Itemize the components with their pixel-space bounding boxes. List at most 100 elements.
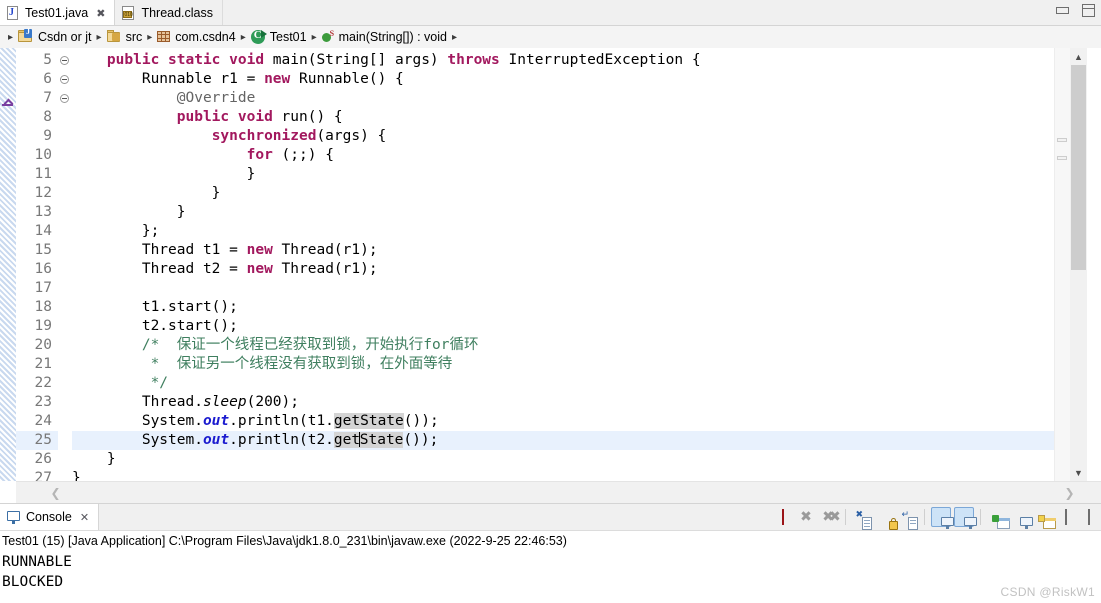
tab-console[interactable]: Console ✕ [0,504,100,530]
fold-collapse-icon[interactable] [60,56,69,65]
fold-collapse-icon[interactable] [60,94,69,103]
console-icon [7,510,21,524]
line-number: 22 [34,375,52,391]
line-number: 26 [34,451,52,467]
breadcrumb-item-com-csdn4[interactable]: com.csdn4 [157,30,236,44]
line-number: 18 [34,299,52,315]
open-console-button[interactable] [1033,507,1056,529]
editor-tab-bar: J Test01.java ✖ 010 Thread.class [0,0,1101,26]
breadcrumb-item-label: src [125,30,143,44]
code-line[interactable]: synchronized(args) { [72,127,1055,146]
code-line[interactable]: @Override [72,89,1055,108]
breadcrumb-item-src[interactable]: src [106,30,143,44]
show-console-on-output-button[interactable] [931,507,954,529]
code-line[interactable] [72,279,1055,298]
code-line[interactable]: Thread t1 = new Thread(r1); [72,241,1055,260]
code-line[interactable]: for (;;) { [72,146,1055,165]
editor-vertical-scrollbar[interactable]: ▲ ▼ [1070,48,1087,481]
fold-collapse-icon[interactable] [60,75,69,84]
line-number: 10 [34,147,52,163]
code-line[interactable]: System.out.println(t1.getState()); [72,412,1055,431]
editor-horizontal-scrollbar[interactable]: ❮ ❯ [16,481,1101,503]
console-tab-bar: Console ✕ ✖ ✖✖ ✖ ↵ [0,504,1101,531]
display-selected-console-button[interactable] [1010,507,1033,529]
override-marker-icon[interactable] [2,100,13,108]
line-number: 13 [34,204,52,220]
minimize-icon[interactable] [1056,7,1069,14]
breadcrumb-separator-icon: ▸ [8,31,14,43]
code-line[interactable]: } [72,184,1055,203]
console-launch-header-text: Test01 (15) [Java Application] C:\Progra… [2,534,567,548]
scroll-up-icon[interactable]: ▲ [1070,48,1087,65]
line-number: 12 [34,185,52,201]
pin-console-button[interactable] [987,507,1010,529]
code-line[interactable]: Runnable r1 = new Runnable() { [72,70,1055,89]
terminate-button[interactable] [773,507,793,527]
line-number: 6 [43,71,52,87]
toolbar-separator [845,509,846,525]
scroll-down-icon[interactable]: ▼ [1070,464,1087,481]
code-line[interactable]: * 保证另一个线程没有获取到锁，在外面等待 [72,355,1055,374]
vertical-scrollbar-thumb[interactable] [1071,65,1086,270]
breadcrumb-item-label: Csdn or jt [38,30,92,44]
code-line[interactable]: t1.start(); [72,298,1055,317]
close-icon[interactable]: ✖ [96,7,105,20]
code-line[interactable]: } [72,469,1055,481]
class-icon [250,29,267,45]
code-line[interactable]: Thread.sleep(200); [72,393,1055,412]
word-wrap-button[interactable]: ↵ [898,507,918,530]
breadcrumb-item-label: com.csdn4 [175,30,236,44]
clear-console-button[interactable]: ✖ [852,507,872,530]
code-line[interactable]: } [72,165,1055,184]
code-line[interactable]: public static void main(String[] args) t… [72,51,1055,70]
code-line[interactable]: }; [72,222,1055,241]
class-file-icon: 010 [122,5,136,21]
scroll-left-icon[interactable]: ❮ [46,482,65,503]
console-output-line: BLOCKED [2,574,64,590]
remove-all-terminated-button[interactable]: ✖✖ [819,507,841,527]
code-line[interactable]: } [72,203,1055,222]
source-folder-icon [106,30,122,44]
show-console-on-error-button[interactable] [954,507,977,529]
breadcrumb[interactable]: ▸ Csdn or jt ▸ src ▸ com.csdn4 ▸ Test01 ▸ Smain(S… [0,26,1101,49]
code-editor[interactable]: 5 6 7 8 9 10 11 12 13 14 15 16 17 18 19 20 21 22 23 24 25 26 2… [0,48,1101,503]
code-line[interactable]: */ [72,374,1055,393]
method-icon: S [321,29,335,44]
console-launch-header: Test01 (15) [Java Application] C:\Progra… [0,531,1101,551]
code-line[interactable]: Thread t2 = new Thread(r1); [72,260,1055,279]
console-output-line: RUNNABLE [2,554,72,570]
console-view: Console ✕ ✖ ✖✖ ✖ ↵ Test01 (15) [Java Applic… [0,503,1101,603]
remove-launch-button[interactable]: ✖ [796,507,816,527]
breadcrumb-item-test01[interactable]: Test01 [250,29,307,45]
scroll-lock-button[interactable] [875,507,898,530]
console-output[interactable]: RUNNABLE BLOCKED [0,552,1101,603]
toolbar-separator [924,509,925,525]
maximize-button[interactable] [1079,507,1099,527]
line-number: 19 [34,318,52,334]
overview-ruler[interactable] [1054,48,1070,481]
maximize-icon[interactable] [1082,4,1095,17]
breadcrumb-item-csdn-or-jt[interactable]: Csdn or jt [18,27,92,44]
maximize-icon [1088,509,1090,525]
line-number: 9 [43,128,52,144]
watermark: CSDN @RiskW1 [1000,585,1095,599]
code-line[interactable]: System.out.println(t2.getState()); [72,431,1055,450]
code-line[interactable]: public void run() { [72,108,1055,127]
editor-tab-test01-java[interactable]: J Test01.java ✖ [0,0,116,26]
code-line[interactable]: /* 保证一个线程已经获取到锁，开始执行for循环 [72,336,1055,355]
breadcrumb-item-main-string-void[interactable]: Smain(String[]) : void [321,29,447,44]
annotation-ruler[interactable] [0,48,17,481]
line-number: 14 [34,223,52,239]
folding-ruler[interactable] [58,48,73,481]
code-line[interactable]: } [72,450,1055,469]
editor-tab-thread-class[interactable]: 010 Thread.class [115,0,224,26]
package-icon [157,30,171,44]
java-project-icon [18,27,34,44]
code-line[interactable]: t2.start(); [72,317,1055,336]
minimize-icon [1065,509,1067,525]
console-toolbar[interactable]: ✖ ✖✖ ✖ ↵ [773,506,1099,530]
code-text-area[interactable]: public static void main(String[] args) t… [72,48,1055,481]
close-icon[interactable]: ✕ [80,511,89,524]
scroll-right-icon[interactable]: ❯ [1060,482,1079,503]
minimize-button[interactable] [1056,507,1076,527]
